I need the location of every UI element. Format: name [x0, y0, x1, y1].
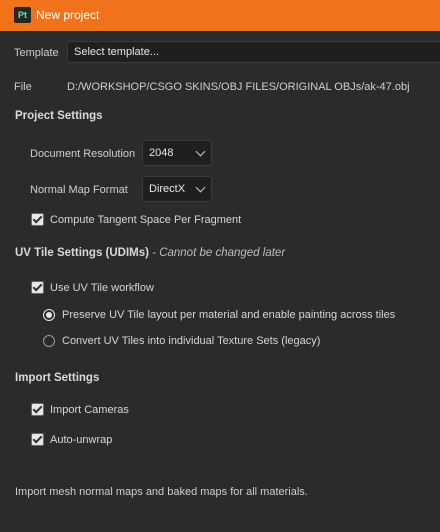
convert-uv-tiles-option[interactable]: Convert UV Tiles into individual Texture…: [43, 335, 320, 347]
title-bar: Pt New project: [0, 0, 440, 31]
use-uv-tile-workflow-row[interactable]: Use UV Tile workflow: [31, 281, 154, 294]
convert-uv-tiles-label: Convert UV Tiles into individual Texture…: [62, 335, 321, 347]
document-resolution-label: Document Resolution: [30, 148, 136, 160]
normal-map-format-label: Normal Map Format: [30, 184, 128, 196]
radio-selected-icon[interactable]: [43, 309, 55, 321]
file-label: File: [14, 81, 32, 93]
uv-tile-settings-note: - Cannot be changed later: [148, 247, 286, 259]
compute-tangent-checkbox-row[interactable]: Compute Tangent Space Per Fragment: [31, 213, 241, 226]
import-hint-text: Import mesh normal maps and baked maps f…: [15, 486, 308, 498]
use-uv-tile-workflow-label: Use UV Tile workflow: [50, 281, 154, 294]
checkbox-checked-icon[interactable]: [31, 213, 44, 226]
chevron-down-icon: [195, 146, 206, 157]
import-settings-heading: Import Settings: [15, 372, 100, 384]
checkbox-checked-icon[interactable]: [31, 433, 44, 446]
auto-unwrap-label: Auto-unwrap: [50, 433, 113, 446]
normal-map-format-value: DirectX: [149, 183, 186, 195]
template-select[interactable]: Select template...: [67, 41, 440, 63]
document-resolution-value: 2048: [149, 147, 174, 159]
import-cameras-label: Import Cameras: [50, 403, 129, 416]
painter-app-icon: Pt: [14, 7, 31, 23]
checkbox-checked-icon[interactable]: [31, 403, 44, 416]
compute-tangent-label: Compute Tangent Space Per Fragment: [50, 213, 242, 226]
import-cameras-row[interactable]: Import Cameras: [31, 403, 129, 416]
auto-unwrap-row[interactable]: Auto-unwrap: [31, 433, 112, 446]
file-path: D:/WORKSHOP/CSGO SKINS/OBJ FILES/ORIGINA…: [67, 81, 410, 93]
chevron-down-icon: [195, 182, 206, 193]
template-label: Template: [14, 47, 59, 59]
window-title: New project: [36, 8, 100, 22]
preserve-uv-tile-option[interactable]: Preserve UV Tile layout per material and…: [43, 309, 395, 321]
normal-map-format-dropdown[interactable]: DirectX: [142, 176, 212, 202]
project-settings-heading: Project Settings: [15, 110, 103, 122]
uv-tile-settings-title: UV Tile Settings (UDIMs): [15, 247, 149, 259]
checkbox-checked-icon[interactable]: [31, 281, 44, 294]
preserve-uv-tile-label: Preserve UV Tile layout per material and…: [62, 309, 396, 321]
uv-tile-settings-heading: UV Tile Settings (UDIMs) - Cannot be cha…: [15, 247, 285, 259]
radio-unselected-icon[interactable]: [43, 335, 55, 347]
document-resolution-dropdown[interactable]: 2048: [142, 140, 212, 166]
